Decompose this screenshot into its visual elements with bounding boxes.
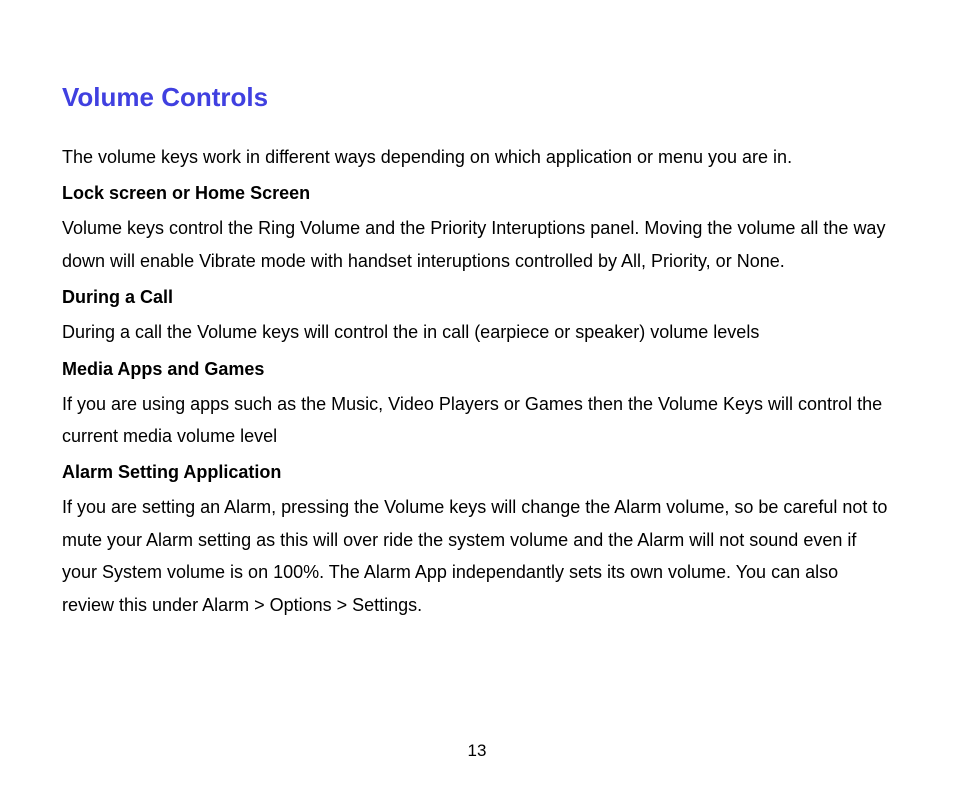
page-number: 13 [0, 741, 954, 761]
section-body-lock-screen: Volume keys control the Ring Volume and … [62, 212, 892, 277]
section-heading-alarm-setting: Alarm Setting Application [62, 462, 892, 483]
section-body-alarm-setting: If you are setting an Alarm, pressing th… [62, 491, 892, 621]
section-heading-lock-screen: Lock screen or Home Screen [62, 183, 892, 204]
section-body-during-call: During a call the Volume keys will contr… [62, 316, 892, 348]
section-heading-media-apps: Media Apps and Games [62, 359, 892, 380]
section-body-media-apps: If you are using apps such as the Music,… [62, 388, 892, 453]
section-heading-during-call: During a Call [62, 287, 892, 308]
intro-paragraph: The volume keys work in different ways d… [62, 141, 892, 173]
page-title: Volume Controls [62, 82, 892, 113]
